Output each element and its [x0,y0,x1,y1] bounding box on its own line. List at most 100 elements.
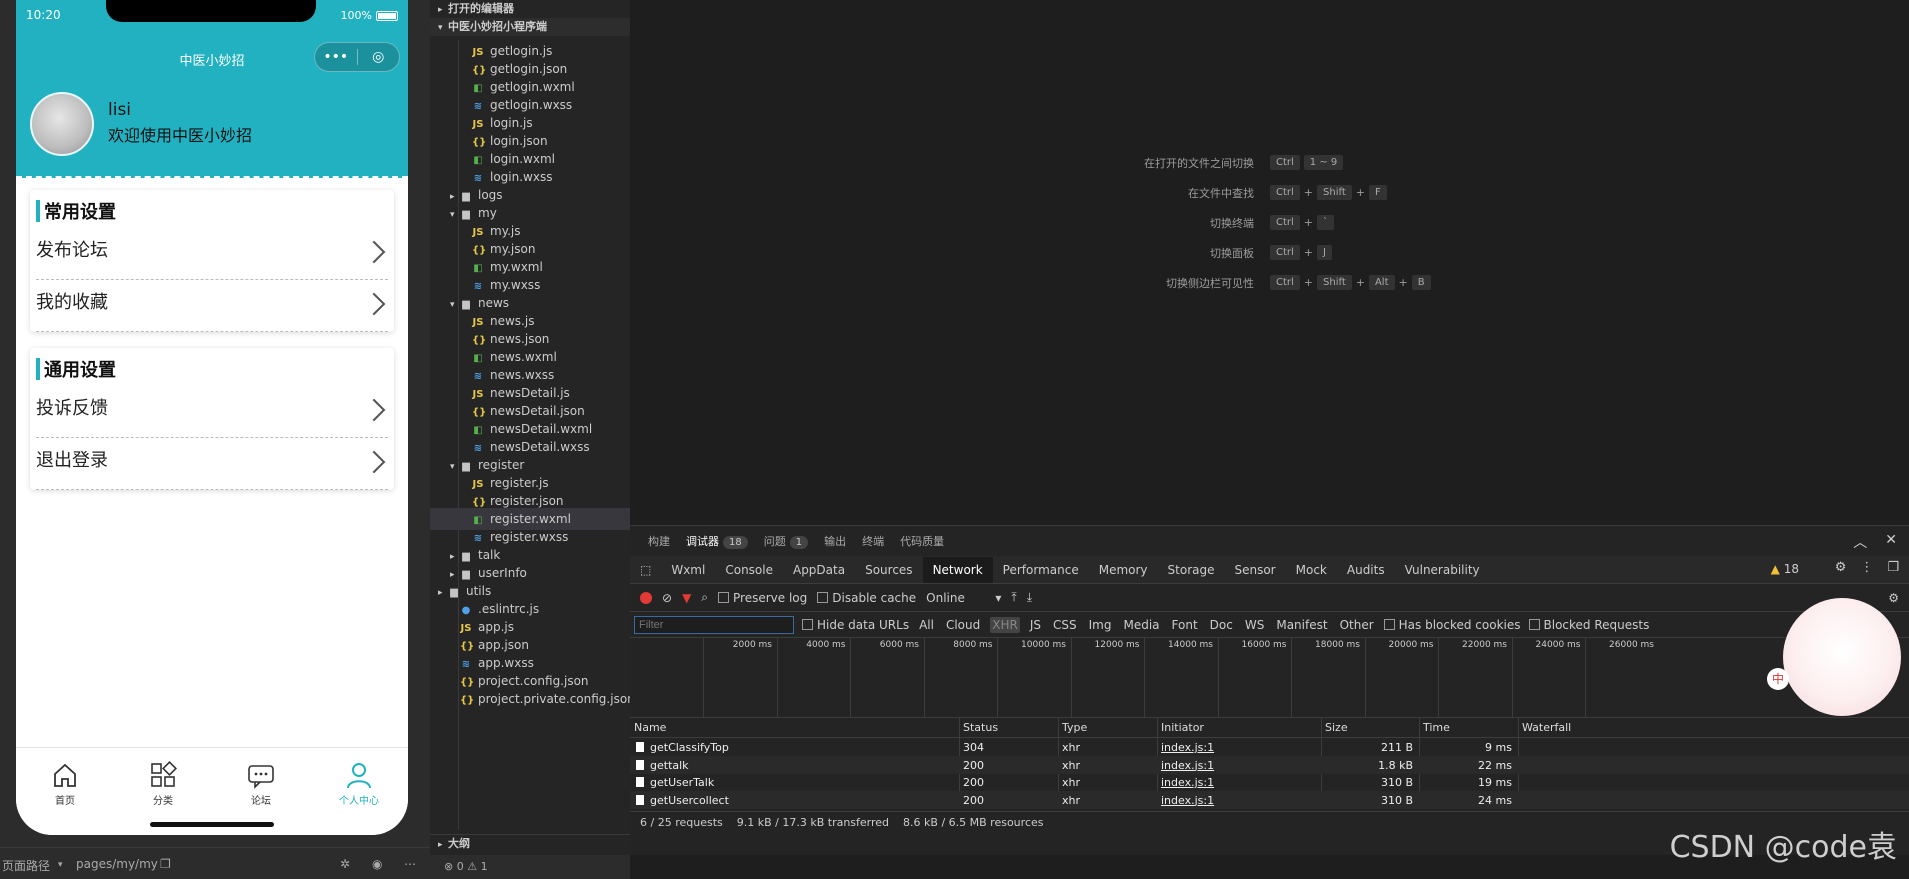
resource-type-filter[interactable]: Img [1087,617,1114,633]
resource-type-filter[interactable]: Cloud [944,617,982,633]
has-blocked-cookies-checkbox[interactable]: Has blocked cookies [1383,618,1521,632]
panel-tab[interactable]: 输出 [824,533,846,549]
key: J [1317,245,1332,260]
avatar[interactable] [30,92,94,156]
column-header[interactable]: Size [1325,721,1348,734]
resource-type-filter[interactable]: Doc [1208,617,1235,633]
devtools-tab[interactable]: AppData [783,557,855,583]
cell-time: 22 ms [1478,758,1512,772]
dock-icon[interactable]: ❐ [1887,560,1899,575]
resource-type-filter[interactable]: Media [1121,617,1161,633]
resource-type-filter[interactable]: XHR [990,616,1020,633]
resource-type-filter[interactable]: WS [1243,617,1266,633]
count-badge: 18 [723,536,748,549]
cell-initiator[interactable]: index.js:1 [1161,759,1214,772]
clear-icon[interactable]: ⊘ [662,591,672,605]
inspect-icon[interactable]: ⬚ [630,557,661,583]
cell-initiator[interactable]: index.js:1 [1161,794,1214,807]
panel-tab[interactable]: 调试器 18 [686,533,748,549]
resource-type-filter[interactable]: CSS [1051,617,1079,633]
devtools-tab[interactable]: Sources [855,557,922,583]
column-header[interactable]: Initiator [1161,721,1204,734]
chevron-right-icon [362,398,386,422]
warning-count[interactable]: ▲ 18 [1771,562,1799,576]
resource-type-filter[interactable]: All [917,617,936,633]
kebab-icon[interactable]: ⋮ [1860,560,1873,575]
resource-type-filter[interactable]: Font [1170,617,1200,633]
key: + [1303,276,1314,289]
column-header[interactable]: Time [1423,721,1450,734]
close-miniprogram-icon[interactable]: ◎ [358,49,400,65]
request-row[interactable]: getUsercollect 200 xhr index.js:1 310 B 24 ms [630,790,1909,809]
outline-header[interactable]: ▸ 大纲 [430,834,630,852]
chevron-down-icon[interactable]: ▾ [58,860,63,870]
panel-tab[interactable]: 构建 [648,533,670,549]
menu-item-feedback[interactable]: 投诉反馈 [36,386,388,438]
devtools-tab[interactable]: Wxml [661,557,715,583]
file-item[interactable]: {} project.private.config.json [430,688,630,710]
more-icon[interactable]: ••• [315,49,357,65]
maximize-icon[interactable]: ︿ [1853,532,1867,552]
close-icon[interactable]: ✕ [1885,532,1897,552]
column-header[interactable]: Waterfall [1522,721,1571,734]
open-editors-header[interactable]: ▸ 打开的编辑器 [430,0,630,18]
tick-label: 6000 ms [879,640,919,650]
menu-item-favorites[interactable]: 我的收藏 [36,280,388,332]
project-header[interactable]: ▾ 中医小妙招小程序端 [430,18,630,36]
copy-icon[interactable]: ❐ [160,857,171,871]
devtools-tab[interactable]: Mock [1286,557,1337,583]
phone-notch [106,0,316,22]
column-header[interactable]: Status [963,721,998,734]
cell-name: getUsercollect [650,793,729,807]
devtools-tab[interactable]: Storage [1158,557,1225,583]
file-name: news.wxss [490,368,555,382]
cell-initiator[interactable]: index.js:1 [1161,776,1214,789]
settings-icon[interactable]: ⚙ [1835,560,1847,575]
record-button[interactable] [640,591,652,604]
filter-input[interactable] [634,615,794,634]
network-settings-icon[interactable]: ⚙ [1888,591,1899,605]
devtools-tab[interactable]: Performance [993,557,1089,583]
file-icon [636,777,644,787]
column-header[interactable]: Name [634,721,666,734]
import-har-icon[interactable]: ⤒ [1011,590,1016,605]
panel-tab[interactable]: 问题 1 [764,533,809,549]
request-row[interactable]: getClassifyTop 304 xhr index.js:1 211 B 9 ms [630,738,1909,756]
file-name: register.js [490,476,549,490]
preserve-log-checkbox[interactable]: Preserve log [718,591,807,605]
more-icon[interactable]: ⋯ [404,857,416,871]
disable-cache-checkbox[interactable]: Disable cache [817,591,916,605]
resource-type-filter[interactable]: JS [1028,617,1043,633]
search-icon[interactable]: ⌕ [701,590,708,605]
status-bar-problems[interactable]: ⊗ 0 ⚠ 1 [430,855,630,879]
eye-icon[interactable]: ◉ [372,857,382,871]
hide-data-urls-checkbox[interactable]: Hide data URLs [802,618,909,632]
devtools-tab[interactable]: Sensor [1224,557,1285,583]
tab-home[interactable]: 首页 [16,748,114,835]
devtools-tab[interactable]: Memory [1089,557,1158,583]
simulator-panel: 10:20 100% 中医小妙招 ••• ◎ lisi 欢迎使用中医小妙招 常用设… [0,0,430,879]
battery-status: 100% [341,9,398,22]
tab-profile[interactable]: 个人中心 [310,748,408,835]
file-icon [636,742,644,752]
bug-icon[interactable]: ✲ [340,857,350,871]
panel-tab[interactable]: 终端 [862,533,884,549]
filter-icon[interactable]: ▼ [682,591,691,605]
devtools-tab[interactable]: Audits [1337,557,1395,583]
export-har-icon[interactable]: ⤓ [1027,590,1032,605]
request-row[interactable]: gettalk 200 xhr index.js:1 1.8 kB 22 ms [630,755,1909,774]
page-path-label[interactable]: 页面路径 [2,857,50,874]
throttle-select[interactable]: Online ▾ [926,591,1001,605]
devtools-tab[interactable]: Vulnerability [1395,557,1490,583]
devtools-tab[interactable]: Network [922,556,993,583]
devtools-tab[interactable]: Console [715,557,783,583]
blocked-requests-checkbox[interactable]: Blocked Requests [1528,618,1649,632]
request-row[interactable]: getUserTalk 200 xhr index.js:1 310 B 19 ms [630,773,1909,791]
panel-tab[interactable]: 代码质量 [900,533,944,549]
resource-type-filter[interactable]: Other [1338,617,1376,633]
cell-initiator[interactable]: index.js:1 [1161,741,1214,754]
resource-type-filter[interactable]: Manifest [1274,617,1329,633]
menu-item-publish-forum[interactable]: 发布论坛 [36,228,388,280]
menu-item-logout[interactable]: 退出登录 [36,438,388,490]
column-header[interactable]: Type [1062,721,1087,734]
